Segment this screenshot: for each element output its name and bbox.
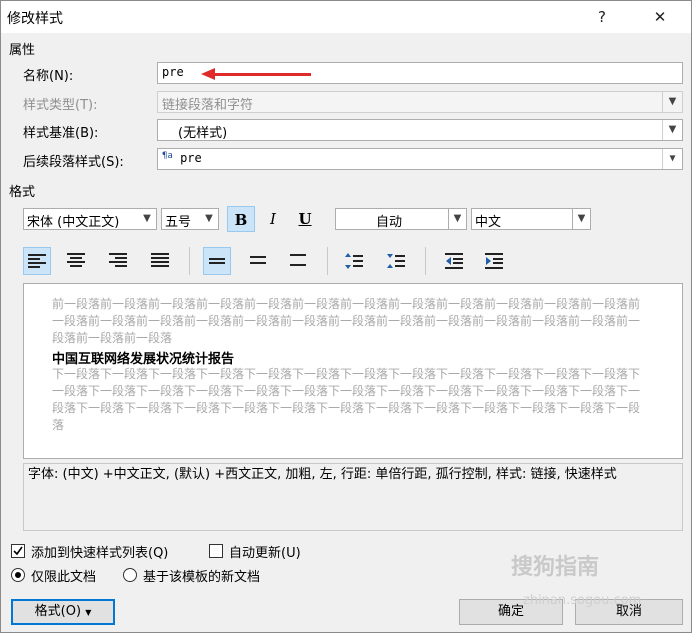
increase-spacing-before-button[interactable] — [341, 247, 369, 275]
auto-update-checkbox[interactable] — [209, 544, 223, 558]
only-this-document-label: 仅限此文档 — [31, 570, 97, 585]
align-left-icon — [28, 254, 46, 268]
preview-previous-paragraph: 前一段落前一段落前一段落前一段落前一段落前一段落前一段落前一段落前一段落前一段落… — [52, 297, 641, 345]
modify-style-dialog: 修改样式 ? ✕ 属性 名称(N): pre 样式类型(T): 链接段落和字符 … — [0, 0, 692, 633]
chevron-down-icon: ▼ — [200, 209, 218, 229]
language-value: 中文 — [475, 215, 502, 230]
align-right-button[interactable] — [105, 247, 133, 275]
name-value: pre — [162, 65, 184, 79]
toolbar-separator — [425, 247, 426, 275]
chevron-down-icon: ▼ — [138, 209, 156, 229]
double-spacing-icon — [290, 254, 306, 266]
language-select[interactable]: 中文 ▼ — [471, 208, 591, 230]
style-type-select: 链接段落和字符 ▼ — [157, 91, 683, 113]
align-center-icon — [67, 253, 85, 267]
font-color-select[interactable]: 自动 ▼ — [335, 208, 467, 230]
single-spacing-icon — [209, 258, 225, 264]
italic-button[interactable]: I — [259, 206, 287, 232]
only-this-document-radio[interactable] — [11, 568, 25, 582]
spacing-down-icon — [387, 254, 405, 268]
align-center-button[interactable] — [63, 247, 91, 275]
chevron-down-icon: ▼ — [448, 209, 466, 229]
new-documents-label: 基于该模板的新文档 — [143, 570, 261, 585]
watermark-url: zhinan.sogou.com — [523, 593, 642, 608]
format-section-label: 格式 — [9, 185, 36, 200]
style-description: 字体: (中文) +中文正文, (默认) +西文正文, 加粗, 左, 行距: 单… — [23, 463, 683, 531]
double-spacing-button[interactable] — [285, 247, 313, 275]
based-on-value: (无样式) — [178, 126, 228, 141]
decrease-indent-button[interactable] — [441, 247, 469, 275]
style-type-value: 链接段落和字符 — [162, 98, 254, 113]
justify-icon — [151, 253, 169, 267]
font-size-value: 五号 — [165, 215, 192, 230]
properties-section-label: 属性 — [9, 43, 36, 58]
chevron-down-icon: ▼ — [662, 92, 682, 112]
based-on-select[interactable]: (无样式) ▼ — [157, 119, 683, 141]
align-left-button[interactable] — [23, 247, 51, 275]
font-select[interactable]: 宋体 (中文正文) ▼ — [23, 208, 157, 230]
title-bar: 修改样式 ? ✕ — [1, 1, 691, 33]
increase-indent-icon — [485, 253, 503, 269]
preview-sample-text: 中国互联网络发展状况统计报告 — [52, 352, 235, 367]
add-quick-style-checkbox[interactable] — [11, 544, 25, 558]
dialog-title: 修改样式 — [7, 11, 63, 27]
decrease-spacing-before-button[interactable] — [383, 247, 411, 275]
chevron-down-icon: ▼ — [662, 120, 682, 140]
font-size-select[interactable]: 五号 ▼ — [161, 208, 219, 230]
add-quick-style-label: 添加到快速样式列表(Q) — [31, 546, 169, 561]
based-on-label: 样式基准(B): — [23, 126, 99, 141]
next-style-value: pre — [180, 151, 202, 165]
format-menu-button[interactable]: 格式(O) ▼ — [11, 599, 115, 625]
dropdown-arrow-icon: ▼ — [85, 608, 92, 617]
close-button[interactable]: ✕ — [645, 5, 675, 29]
toolbar-separator — [327, 247, 328, 275]
checkmark-icon — [13, 546, 23, 556]
bold-button[interactable]: B — [227, 206, 255, 232]
increase-indent-button[interactable] — [481, 247, 509, 275]
annotation-arrow — [211, 73, 311, 76]
paragraph-style-icon: ¶a — [162, 151, 173, 161]
preview-next-paragraph: 下一段落下一段落下一段落下一段落下一段落下一段落下一段落下一段落下一段落下一段落… — [52, 367, 641, 432]
style-type-label: 样式类型(T): — [23, 98, 98, 113]
font-value: 宋体 (中文正文) — [27, 215, 120, 230]
next-style-select[interactable]: ¶a pre ▼ — [157, 148, 683, 170]
chevron-down-icon: ▼ — [662, 149, 682, 169]
format-menu-label: 格式(O) — [34, 604, 82, 619]
help-button[interactable]: ? — [587, 5, 617, 29]
font-color-value: 自动 — [375, 215, 402, 230]
chevron-down-icon: ▼ — [572, 209, 590, 229]
name-label: 名称(N): — [23, 69, 74, 84]
auto-update-label: 自动更新(U) — [229, 546, 301, 561]
single-spacing-button[interactable] — [203, 247, 231, 275]
underline-button[interactable]: U — [291, 206, 319, 232]
spacing-up-icon — [345, 253, 363, 269]
decrease-indent-icon — [445, 253, 463, 269]
align-right-icon — [109, 253, 127, 267]
watermark-logo: 搜狗指南 — [511, 555, 600, 580]
one-half-spacing-button[interactable] — [245, 247, 273, 275]
one-half-spacing-icon — [250, 256, 266, 264]
next-style-label: 后续段落样式(S): — [23, 155, 124, 170]
new-documents-radio[interactable] — [123, 568, 137, 582]
toolbar-separator — [189, 247, 190, 275]
justify-button[interactable] — [147, 247, 175, 275]
style-preview: 前一段落前一段落前一段落前一段落前一段落前一段落前一段落前一段落前一段落前一段落… — [23, 283, 683, 459]
